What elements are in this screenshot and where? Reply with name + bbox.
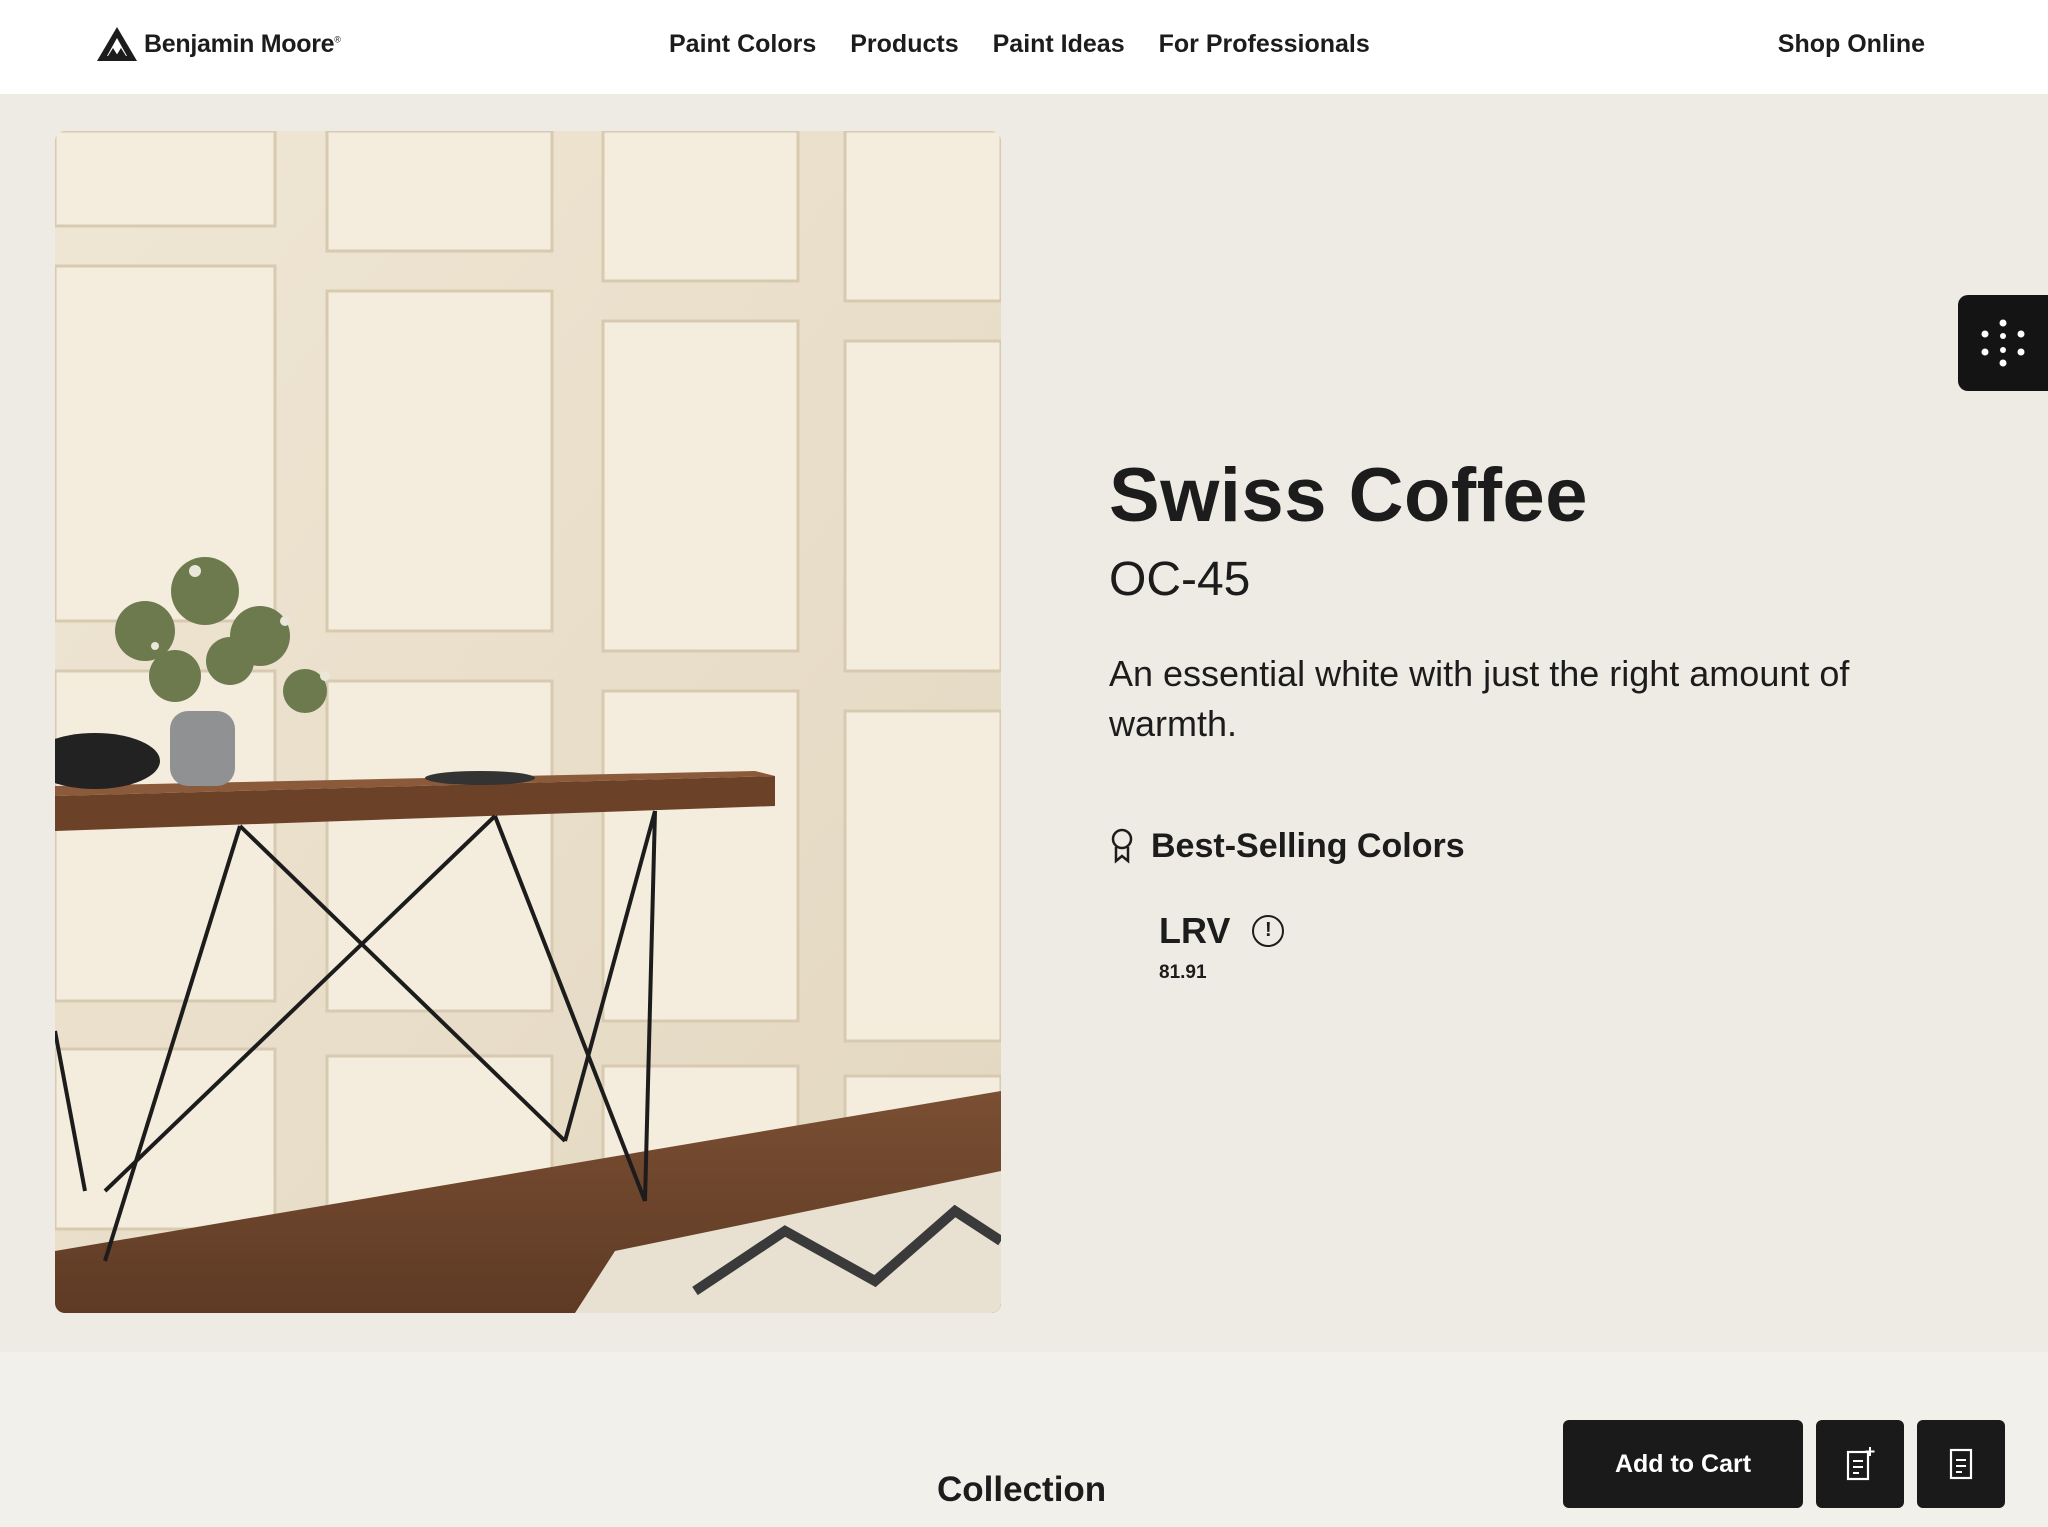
best-selling-badge: Best-Selling Colors <box>1109 827 1969 866</box>
color-code: OC-45 <box>1109 552 1251 606</box>
add-to-list-icon <box>1846 1447 1875 1481</box>
award-ribbon-icon <box>1111 828 1133 864</box>
dots-circle-icon <box>1981 319 2025 367</box>
info-icon[interactable]: ! <box>1252 914 1285 947</box>
room-scene-image <box>55 131 1001 1313</box>
nav-for-professionals[interactable]: For Professionals <box>1159 30 1370 59</box>
nav-products[interactable]: Products <box>850 30 958 59</box>
lrv-block: LRV ! 81.91 <box>1159 910 1969 984</box>
color-hero: Swiss Coffee OC-45 An essential white wi… <box>0 94 2048 1352</box>
add-to-cart-button[interactable]: Add to Cart <box>1563 1420 1803 1508</box>
lrv-value: 81.91 <box>1159 961 1207 983</box>
color-description: An essential white with just the right a… <box>1109 652 1850 744</box>
shop-online-link[interactable]: Shop Online <box>1778 30 1925 59</box>
lrv-label: LRV <box>1159 909 1231 951</box>
floating-widget-button[interactable] <box>1958 295 2048 391</box>
sticky-action-bar: Add to Cart <box>1563 1420 2005 1508</box>
color-details: Swiss Coffee OC-45 An essential white wi… <box>1109 454 1969 984</box>
color-name: Swiss Coffee <box>1109 453 1589 538</box>
best-selling-label: Best-Selling Colors <box>1151 826 1465 865</box>
site-header: Benjamin Moore® Paint Colors Products Pa… <box>0 0 2048 94</box>
main-nav: Paint Colors Products Paint Ideas For Pr… <box>669 30 1370 59</box>
brand-logo[interactable]: Benjamin Moore® <box>96 26 341 62</box>
list-icon <box>1949 1448 1973 1480</box>
nav-paint-colors[interactable]: Paint Colors <box>669 30 816 59</box>
list-button[interactable] <box>1917 1420 2005 1508</box>
benjamin-moore-triangle-icon <box>97 27 137 61</box>
nav-paint-ideas[interactable]: Paint Ideas <box>993 30 1125 59</box>
add-to-list-button[interactable] <box>1816 1420 1904 1508</box>
collection-heading: Collection <box>937 1470 1107 1509</box>
brand-name: Benjamin Moore® <box>144 29 341 58</box>
